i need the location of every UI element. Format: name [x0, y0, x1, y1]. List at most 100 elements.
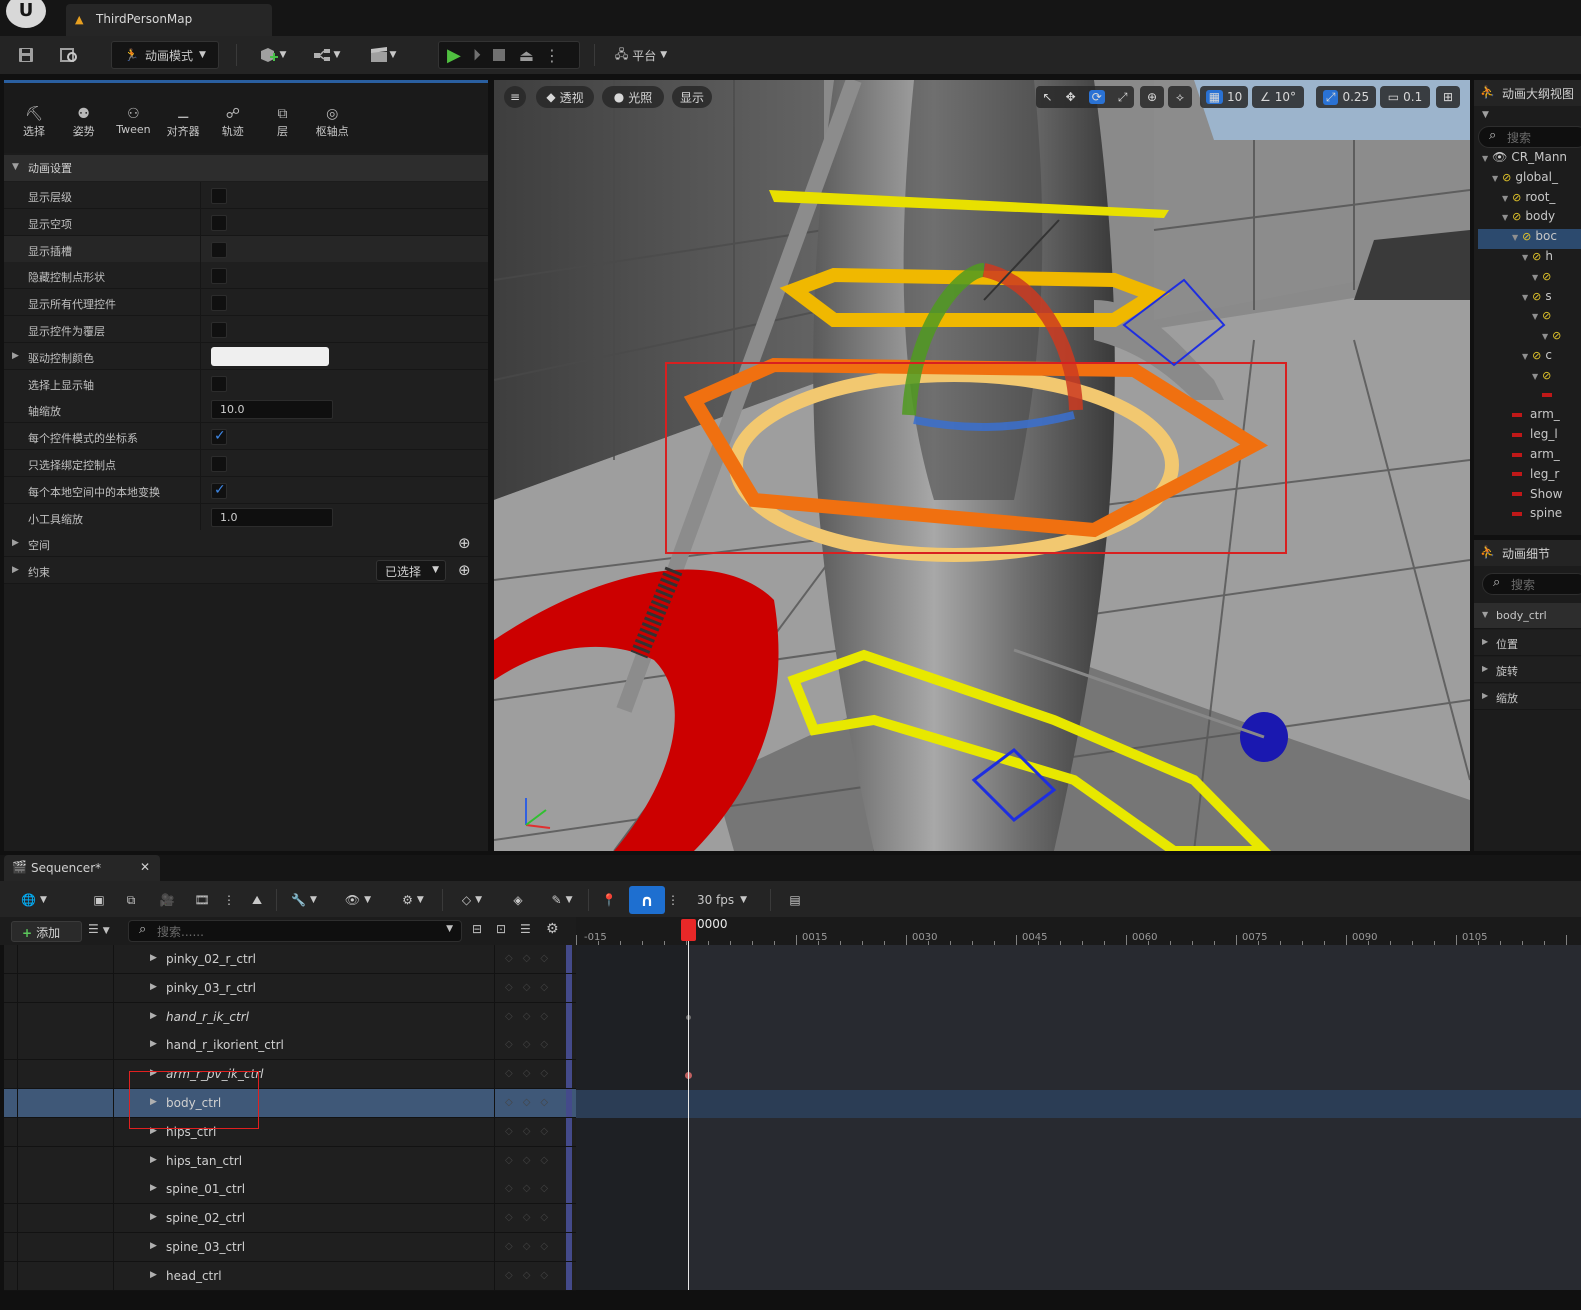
- key-navigation[interactable]: ◇◇◇: [494, 945, 566, 973]
- move-icon[interactable]: ✥: [1066, 90, 1076, 104]
- outliner-item[interactable]: arm_: [1478, 447, 1581, 467]
- outliner-item[interactable]: [1478, 388, 1581, 408]
- track-row[interactable]: ▶ body_ctrl ◇◇◇: [4, 1089, 576, 1118]
- close-icon[interactable]: ✕: [140, 860, 150, 874]
- outliner-search-input[interactable]: ⌕ 搜索: [1478, 126, 1581, 148]
- key-navigation[interactable]: ◇◇◇: [494, 1060, 566, 1089]
- outliner-item[interactable]: arm_: [1478, 407, 1581, 427]
- filter-icon[interactable]: ☰ ▼: [88, 922, 110, 936]
- angle-snap-button[interactable]: ∠ 10°: [1252, 86, 1304, 108]
- unreal-logo-icon[interactable]: U: [6, 0, 46, 28]
- chevron-down-icon[interactable]: ▼: [1482, 110, 1489, 120]
- level-viewport[interactable]: ≡ ◆ 透视 ● 光照 显示 ↖ ✥ ⟳ ⤢ ⊕ ⟡ ▦ 10 ∠ 10° ⤢ 0.25 …: [494, 80, 1470, 851]
- content-browser-icon[interactable]: [54, 41, 84, 69]
- outliner-item[interactable]: ▼ ⊘ body: [1478, 209, 1581, 229]
- step-icon[interactable]: ⏵: [473, 45, 481, 65]
- mode-tool-5[interactable]: ⧉ 层: [260, 105, 306, 139]
- outliner-item[interactable]: ▼ ⊘: [1478, 308, 1581, 328]
- setting-checkbox[interactable]: [211, 428, 227, 446]
- platform-button[interactable]: 🖧 平台 ▼: [606, 41, 676, 69]
- track-row[interactable]: ▶ spine_03_ctrl ◇◇◇: [4, 1233, 576, 1262]
- track-row[interactable]: ▶ hips_ctrl ◇◇◇: [4, 1117, 576, 1147]
- sequencer-timeline-area[interactable]: [576, 945, 1581, 1290]
- expand-down-icon[interactable]: ▼: [1502, 194, 1508, 203]
- eye-icon[interactable]: 👁: [1492, 150, 1507, 164]
- mode-tool-6[interactable]: ◎ 枢轴点: [309, 105, 355, 139]
- scale-snap-button[interactable]: ⤢ 0.25: [1316, 86, 1376, 108]
- mode-tool-1[interactable]: ⚉ 姿势: [61, 105, 107, 139]
- auto-key-icon[interactable]: ◈: [506, 886, 530, 914]
- setting-checkbox[interactable]: [211, 322, 227, 338]
- constraints-section[interactable]: ▶ 约束 已选择 ▼ ⊕: [4, 557, 488, 585]
- outliner-item[interactable]: ▼ ⊘ s: [1478, 289, 1581, 309]
- add-track-button[interactable]: + 添加: [11, 921, 82, 942]
- outliner-item[interactable]: spine: [1478, 506, 1581, 526]
- key-navigation[interactable]: ◇◇◇: [494, 1031, 566, 1060]
- expand-right-icon[interactable]: ▶: [150, 1011, 157, 1021]
- mode-tool-2[interactable]: ⚇ Tween: [110, 105, 156, 136]
- key-navigation[interactable]: ◇◇◇: [494, 1089, 566, 1117]
- fps-dropdown[interactable]: 30 fps ▼: [688, 886, 756, 914]
- expand-right-icon[interactable]: ▶: [150, 1241, 157, 1251]
- track-row[interactable]: ▶ hand_r_ikorient_ctrl ◇◇◇: [4, 1031, 576, 1061]
- playhead-handle[interactable]: [681, 919, 696, 941]
- expand-right-icon[interactable]: ▶: [150, 953, 157, 963]
- expand-down-icon[interactable]: ▼: [1542, 332, 1548, 341]
- list-view-icon[interactable]: ☰: [520, 922, 531, 936]
- expand-down-icon[interactable]: ▼: [1522, 293, 1528, 302]
- more-options-icon[interactable]: ⋮: [544, 46, 560, 65]
- add-circle-icon[interactable]: ⊕: [458, 561, 471, 579]
- cinematics-icon[interactable]: ▼: [362, 41, 402, 69]
- expand-all-icon[interactable]: ⊡: [496, 922, 506, 936]
- setting-checkbox[interactable]: [211, 241, 227, 258]
- render-icon[interactable]: ⛰: [244, 886, 270, 914]
- perspective-button[interactable]: ◆ 透视: [536, 86, 594, 108]
- track-row[interactable]: ▶ pinky_02_r_ctrl ◇◇◇: [4, 945, 576, 974]
- track-row[interactable]: ▶ hand_r_ik_ctrl ◇◇◇: [4, 1002, 576, 1032]
- details-section-2[interactable]: ▶ 缩放: [1474, 684, 1581, 710]
- key-navigation[interactable]: ◇◇◇: [494, 1117, 566, 1146]
- grid-snap-button[interactable]: ▦ 10: [1200, 86, 1248, 108]
- key-navigation[interactable]: ◇◇◇: [494, 973, 566, 1002]
- outliner-item[interactable]: Show: [1478, 487, 1581, 507]
- mode-tool-0[interactable]: ⛏ 选择: [11, 105, 57, 139]
- key-icon[interactable]: ◇ ▼: [452, 886, 492, 914]
- setting-checkbox[interactable]: [211, 375, 227, 392]
- setting-checkbox[interactable]: [211, 482, 227, 499]
- space-section[interactable]: ▶ 空间 ⊕: [4, 530, 488, 558]
- level-tab[interactable]: ▲ ThirdPersonMap: [66, 4, 272, 36]
- setting-number-input[interactable]: 10.0: [211, 400, 333, 420]
- key-navigation[interactable]: ◇◇◇: [494, 1146, 566, 1175]
- camera-record-icon[interactable]: 🎥: [154, 886, 180, 914]
- track-search-input[interactable]: ⌕ 搜索...... ▼: [128, 920, 462, 942]
- expand-down-icon[interactable]: ▼: [1522, 253, 1528, 262]
- find-asset-icon[interactable]: ⧉: [118, 886, 144, 914]
- key-navigation[interactable]: ◇◇◇: [494, 1175, 566, 1204]
- more-options-icon[interactable]: ⋮: [666, 886, 680, 914]
- settings-gear-icon[interactable]: ⚙: [546, 921, 559, 937]
- more-options-icon[interactable]: ⋮: [222, 886, 236, 914]
- save-sequence-icon[interactable]: ▣: [88, 886, 110, 914]
- mode-tool-4[interactable]: ☍ 轨迹: [210, 105, 256, 139]
- curve-brush-icon[interactable]: ✎ ▼: [542, 886, 582, 914]
- outliner-item[interactable]: ▼ ⊘: [1478, 328, 1581, 348]
- expand-right-icon[interactable]: ▶: [150, 1212, 157, 1222]
- details-section-1[interactable]: ▶ 旋转: [1474, 657, 1581, 683]
- save-icon[interactable]: [12, 41, 40, 69]
- camera-speed-button[interactable]: ▭ 0.1: [1380, 86, 1430, 108]
- add-actor-icon[interactable]: ▼: [252, 41, 292, 69]
- track-row[interactable]: ▶ pinky_03_r_ctrl ◇◇◇: [4, 973, 576, 1003]
- details-section-0[interactable]: ▶ 位置: [1474, 630, 1581, 656]
- lighting-button[interactable]: ● 光照: [602, 86, 664, 108]
- collapse-all-icon[interactable]: ⊟: [472, 922, 482, 936]
- world-local-icon[interactable]: ⊕: [1140, 86, 1164, 108]
- setting-checkbox[interactable]: [211, 456, 227, 472]
- setting-checkbox[interactable]: [211, 268, 227, 285]
- visibility-eye-icon[interactable]: 👁 ▼: [338, 886, 378, 914]
- key-navigation[interactable]: ◇◇◇: [494, 1204, 566, 1233]
- setting-checkbox[interactable]: [211, 214, 227, 231]
- stop-icon[interactable]: [492, 49, 505, 61]
- key-navigation[interactable]: ◇◇◇: [494, 1261, 566, 1290]
- key-navigation[interactable]: ◇◇◇: [494, 1002, 566, 1031]
- expand-down-icon[interactable]: ▼: [1522, 352, 1528, 361]
